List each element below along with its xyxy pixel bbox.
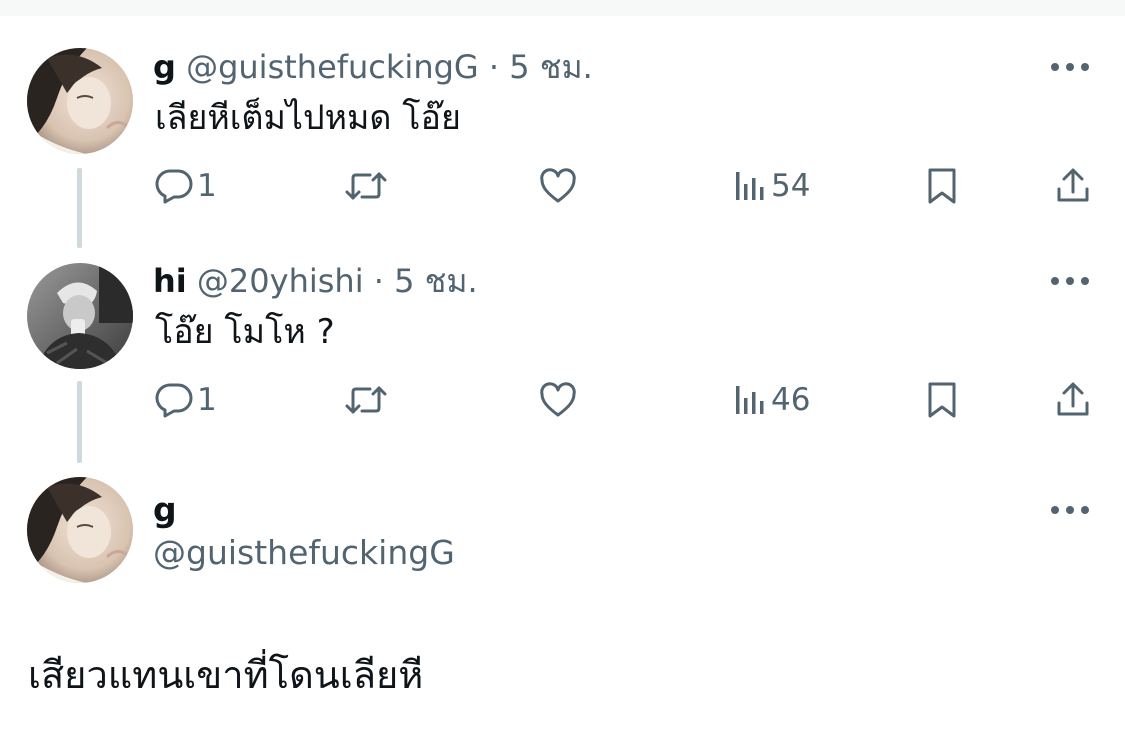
like-icon — [540, 168, 576, 203]
more-button[interactable] — [1048, 259, 1092, 303]
reply-button[interactable]: 1 — [155, 164, 217, 208]
user-handle[interactable]: @20yhishi — [197, 262, 364, 300]
reply-count: 1 — [197, 382, 217, 418]
user-handle[interactable]: @guisthefuckingG — [186, 48, 479, 86]
like-button[interactable] — [539, 164, 577, 208]
separator-dot: · — [373, 262, 384, 300]
retweet-button[interactable] — [344, 378, 388, 422]
more-icon — [1051, 277, 1089, 285]
more-button[interactable] — [1048, 488, 1092, 532]
display-name[interactable]: hi — [153, 262, 187, 300]
tweet-text: เลียหีเต็มไปหมด โอ๊ย — [155, 98, 461, 138]
retweet-button[interactable] — [344, 164, 388, 208]
retweet-icon — [345, 172, 387, 200]
tweet-header: g @guisthefuckingG · 5 ชม. — [153, 49, 593, 85]
avatar[interactable] — [27, 263, 133, 369]
tweet-header: hi @20yhishi · 5 ชม. — [153, 263, 478, 299]
share-button[interactable] — [1055, 164, 1091, 208]
more-button[interactable] — [1048, 45, 1092, 89]
views-icon — [736, 172, 764, 200]
thread-line — [77, 381, 82, 463]
more-icon — [1051, 506, 1089, 514]
views-button[interactable]: 46 — [733, 378, 810, 422]
avatar[interactable] — [27, 477, 133, 583]
more-icon — [1051, 63, 1089, 71]
user-handle[interactable]: @guisthefuckingG — [153, 533, 455, 572]
avatar-photo — [27, 48, 133, 154]
views-icon — [736, 386, 764, 414]
avatar-photo — [27, 263, 133, 369]
retweet-icon — [345, 386, 387, 414]
timestamp[interactable]: 5 ชม. — [394, 262, 478, 300]
reply-count: 1 — [197, 168, 217, 204]
separator-dot: · — [488, 48, 500, 86]
bookmark-button[interactable] — [925, 378, 959, 422]
views-button[interactable]: 54 — [733, 164, 810, 208]
share-button[interactable] — [1055, 378, 1091, 422]
reply-button[interactable]: 1 — [155, 378, 217, 422]
share-icon — [1057, 382, 1089, 416]
bookmark-icon — [928, 382, 956, 418]
top-bar — [0, 0, 1125, 16]
bookmark-icon — [928, 168, 956, 204]
tweet-text: โอ๊ย โมโห ? — [155, 312, 335, 352]
avatar[interactable] — [27, 48, 133, 154]
avatar-photo — [27, 477, 133, 583]
reply-icon — [155, 383, 193, 418]
timestamp[interactable]: 5 ชม. — [509, 48, 593, 86]
view-count: 46 — [771, 382, 811, 418]
display-name[interactable]: g — [153, 490, 177, 529]
share-icon — [1057, 168, 1089, 202]
like-button[interactable] — [539, 378, 577, 422]
reply-icon — [155, 169, 193, 204]
like-icon — [540, 382, 576, 417]
view-count: 54 — [771, 168, 811, 204]
bookmark-button[interactable] — [925, 164, 959, 208]
tweet-text: เสียวแทนเขาที่โดนเลียหี — [28, 653, 424, 697]
thread-line — [77, 168, 82, 248]
display-name[interactable]: g — [153, 48, 176, 86]
